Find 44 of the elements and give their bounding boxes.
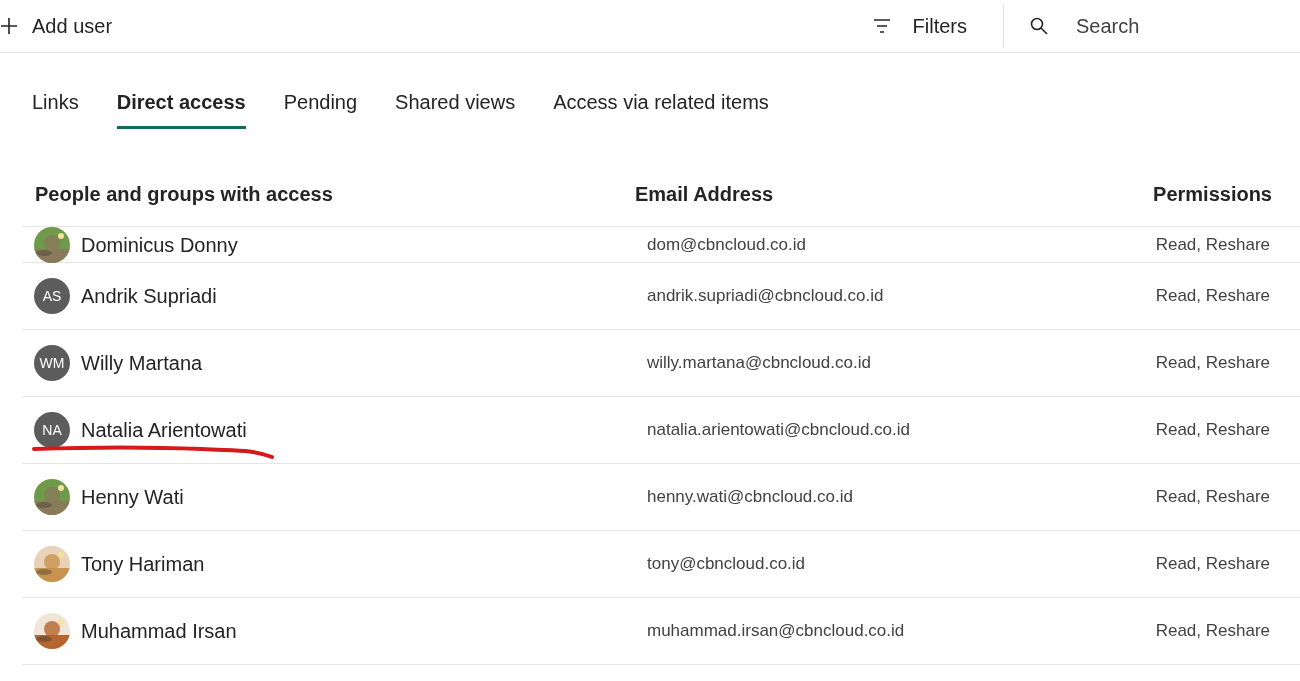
person-name: Tony Hariman: [81, 552, 205, 576]
tab[interactable]: Access via related items: [553, 91, 769, 129]
person-name: Muhammad Irsan: [81, 619, 237, 643]
permissions: Read, Reshare: [1155, 487, 1270, 507]
email-address: henny.wati@cbncloud.co.id: [647, 487, 854, 507]
avatar: AS: [34, 278, 70, 314]
tab[interactable]: Links: [32, 91, 79, 129]
permissions: Read, Reshare: [1155, 554, 1270, 574]
permissions: Read, Reshare: [1155, 286, 1270, 306]
column-header: Email Address: [635, 182, 775, 206]
person-name: Natalia Arientowati: [81, 418, 247, 442]
tab[interactable]: Shared views: [395, 91, 516, 129]
person-name: Willy Martana: [81, 351, 203, 375]
permissions: Read, Reshare: [1155, 235, 1270, 255]
search-icon: [1030, 17, 1048, 35]
email-address: andrik.supriadi@cbncloud.co.id: [647, 286, 885, 306]
plus-icon: [0, 17, 18, 35]
table-row[interactable]: Henny Wati henny.wati@cbncloud.co.id Read, Reshare: [22, 464, 1300, 531]
tab[interactable]: Pending: [283, 91, 358, 129]
avatar: NA: [34, 412, 70, 448]
column-header: People and groups with access: [35, 182, 334, 206]
permissions: Read, Reshare: [1155, 420, 1270, 440]
tab[interactable]: Direct access: [116, 91, 246, 129]
email-address: dom@cbncloud.co.id: [647, 235, 807, 255]
filter-icon: [872, 19, 891, 33]
table-row[interactable]: Dominicus Donny dom@cbncloud.co.id Read, Reshare: [22, 227, 1300, 263]
email-address: tony@cbncloud.co.id: [647, 554, 807, 574]
avatar: WM: [34, 345, 70, 381]
table-row[interactable]: NA Natalia Arientowati natalia.arientowati@cbncloud.co.id Read, Reshare: [22, 397, 1300, 464]
person-name: Henny Wati: [81, 485, 184, 509]
permissions: Read, Reshare: [1155, 621, 1270, 641]
table-row[interactable]: AS Andrik Supriadi andrik.supriadi@cbncloud.co.id Read, Reshare: [22, 263, 1300, 330]
filters-button[interactable]: Filters: [872, 14, 1003, 38]
table-row[interactable]: Tony Hariman tony@cbncloud.co.id Read, Reshare: [22, 531, 1300, 598]
person-name: Dominicus Donny: [81, 233, 238, 257]
table-row[interactable]: WM Willy Martana willy.martana@cbncloud.co.id Read, Reshare: [22, 330, 1300, 397]
permissions: Read, Reshare: [1155, 353, 1270, 373]
email-address: willy.martana@cbncloud.co.id: [647, 353, 872, 373]
table-row[interactable]: Muhammad Irsan muhammad.irsan@cbncloud.co.id Read, Reshare: [22, 598, 1300, 665]
person-name: Andrik Supriadi: [81, 284, 217, 308]
column-header: Permissions: [1153, 182, 1272, 206]
add-user-button[interactable]: Add user: [0, 14, 113, 38]
email-address: muhammad.irsan@cbncloud.co.id: [647, 621, 906, 641]
email-address: natalia.arientowati@cbncloud.co.id: [647, 420, 911, 440]
